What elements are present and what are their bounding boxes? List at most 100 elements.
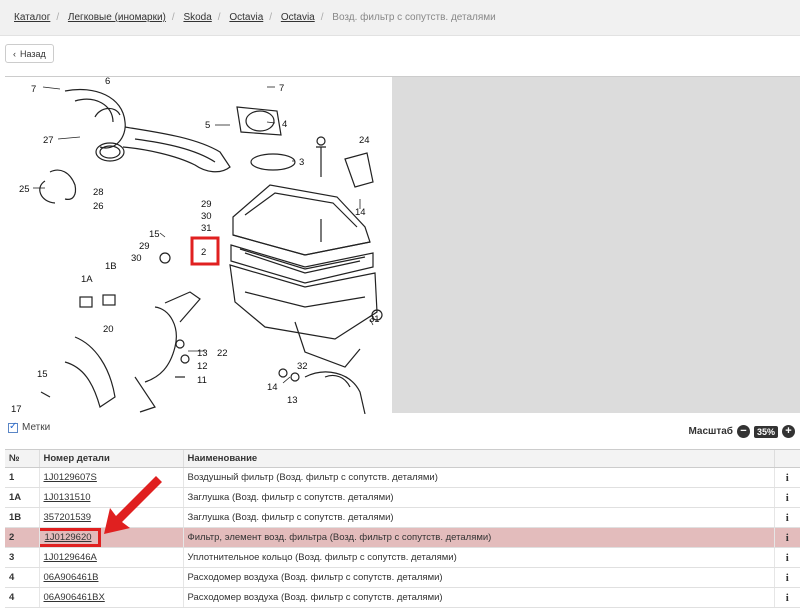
callout-3: 3	[299, 157, 304, 168]
breadcrumb-separator: /	[56, 12, 60, 23]
callout-1A: 1A	[81, 274, 93, 285]
callout-15: 15	[149, 229, 160, 240]
column-header-info	[773, 449, 800, 468]
breadcrumb-current: Возд. фильтр с сопутств. деталями	[332, 12, 496, 23]
breadcrumb-octavia[interactable]: Octavia	[281, 12, 315, 23]
zoom-value: 35%	[753, 425, 778, 438]
callout-7: 7	[31, 84, 36, 95]
part-name: Заглушка (Возд. фильтр с сопутств. детал…	[182, 487, 774, 508]
callout-30: 30	[131, 253, 142, 264]
part-number-link[interactable]: 1J0129620	[45, 532, 92, 543]
row-number: 4	[5, 587, 39, 608]
callout-13: 13	[197, 348, 208, 359]
part-name: Уплотнительное кольцо (Возд. фильтр с со…	[182, 547, 774, 568]
back-button[interactable]: ‹ Назад	[5, 44, 54, 63]
callout-4: 4	[282, 119, 287, 130]
part-number-link[interactable]: 1J0131510	[44, 492, 91, 503]
part-number-cell: 1J0129646A	[38, 547, 183, 568]
column-header-number: №	[5, 449, 39, 468]
zoom-control: Масштаб − 35% +	[688, 425, 795, 438]
callout-30: 30	[201, 211, 212, 222]
breadcrumb-catalog[interactable]: Каталог	[14, 12, 50, 23]
highlighted-part-box: 1J0129620	[40, 528, 101, 547]
callout-5: 5	[205, 120, 210, 131]
part-number-cell: 06A906461BX	[38, 587, 183, 608]
part-number-link[interactable]: 06A906461BX	[44, 592, 105, 603]
callout-20: 20	[103, 324, 114, 335]
callout-31: 31	[201, 223, 212, 234]
callout-17: 17	[11, 404, 22, 414]
row-number: 1B	[5, 507, 39, 528]
zoom-label: Масштаб	[688, 426, 733, 437]
callout-25: 25	[19, 184, 30, 195]
callout-28: 28	[93, 187, 104, 198]
callout-29: 29	[201, 199, 212, 210]
labels-toggle[interactable]: Метки	[8, 421, 51, 433]
red-arrow-annotation	[104, 476, 162, 534]
table-row[interactable]: 3 1J0129646A Уплотнительное кольцо (Возд…	[5, 547, 800, 568]
callout-15: 15	[37, 369, 48, 380]
callout-11: 11	[197, 375, 207, 386]
info-icon[interactable]: i	[773, 527, 800, 548]
zoom-out-icon[interactable]: −	[736, 425, 750, 438]
part-name: Воздушный фильтр (Возд. фильтр с сопутст…	[182, 467, 774, 488]
callout-2[interactable]: 2	[201, 247, 206, 258]
back-button-label: Назад	[20, 48, 46, 59]
callout-1B: 1B	[105, 261, 117, 272]
table-row[interactable]: 4 06A906461BX Расходомер воздуха (Возд. …	[5, 587, 800, 608]
row-number: 1	[5, 467, 39, 488]
callout-14: 14	[355, 207, 366, 218]
breadcrumb-separator: /	[269, 12, 273, 23]
info-icon[interactable]: i	[773, 587, 800, 608]
callout-31: 31	[369, 314, 380, 325]
info-icon[interactable]: i	[773, 467, 800, 488]
part-name: Фильтр, элемент возд. фильтра (Возд. фил…	[182, 527, 774, 548]
row-number: 4	[5, 567, 39, 588]
column-header-part-number: Номер детали	[38, 449, 183, 468]
table-row[interactable]: 4 06A906461B Расходомер воздуха (Возд. ф…	[5, 567, 800, 588]
chevron-left-icon: ‹	[13, 48, 16, 59]
breadcrumb-separator: /	[171, 12, 175, 23]
callout-12: 12	[197, 361, 208, 372]
callout-32: 32	[297, 361, 308, 372]
callout-6: 6	[105, 77, 110, 87]
part-number-link[interactable]: 1J0129646A	[44, 552, 97, 563]
row-number: 1A	[5, 487, 39, 508]
breadcrumb-passenger-cars[interactable]: Легковые (иномарки)	[68, 12, 166, 23]
part-number-link[interactable]: 357201539	[44, 512, 92, 523]
column-header-name: Наименование	[182, 449, 774, 468]
callout-13: 13	[287, 395, 298, 406]
row-number: 3	[5, 547, 39, 568]
labels-toggle-label: Метки	[22, 422, 51, 433]
info-icon[interactable]: i	[773, 487, 800, 508]
info-icon[interactable]: i	[773, 567, 800, 588]
callout-29: 29	[139, 241, 150, 252]
part-name: Заглушка (Возд. фильтр с сопутств. детал…	[182, 507, 774, 528]
viewer-controls: Метки Масштаб − 35% +	[0, 420, 800, 444]
callout-24: 24	[359, 135, 370, 146]
info-icon[interactable]: i	[773, 547, 800, 568]
callout-26: 26	[93, 201, 104, 212]
breadcrumb-skoda[interactable]: Skoda	[183, 12, 211, 23]
part-number-cell: 06A906461B	[38, 567, 183, 588]
breadcrumb: Каталог / Легковые (иномарки) / Skoda / Oct…	[0, 0, 800, 36]
part-number-link[interactable]: 06A906461B	[44, 572, 99, 583]
breadcrumb-separator: /	[217, 12, 221, 23]
exploded-view-drawing: 7 6 7 4 5 27 3 24 25 26 28 29 30 31 15 2…	[11, 77, 383, 414]
callout-14: 14	[267, 382, 278, 393]
table-header-row: № Номер детали Наименование	[5, 449, 800, 468]
parts-diagram[interactable]: 7 6 7 4 5 27 3 24 25 26 28 29 30 31 15 2…	[5, 77, 392, 414]
callout-27: 27	[43, 135, 54, 146]
breadcrumb-octavia-model[interactable]: Octavia	[229, 12, 263, 23]
breadcrumb-separator: /	[320, 12, 324, 23]
part-number-link[interactable]: 1J0129607S	[44, 472, 97, 483]
info-icon[interactable]: i	[773, 507, 800, 528]
callout-7: 7	[279, 83, 284, 94]
diagram-viewer[interactable]: 7 6 7 4 5 27 3 24 25 26 28 29 30 31 15 2…	[5, 76, 800, 414]
zoom-in-icon[interactable]: +	[782, 425, 795, 438]
part-name: Расходомер воздуха (Возд. фильтр с сопут…	[182, 567, 774, 588]
callout-22: 22	[217, 348, 228, 359]
part-name: Расходомер воздуха (Возд. фильтр с сопут…	[182, 587, 774, 608]
checkbox-checked-icon[interactable]	[8, 421, 18, 433]
row-number: 2	[5, 527, 39, 548]
